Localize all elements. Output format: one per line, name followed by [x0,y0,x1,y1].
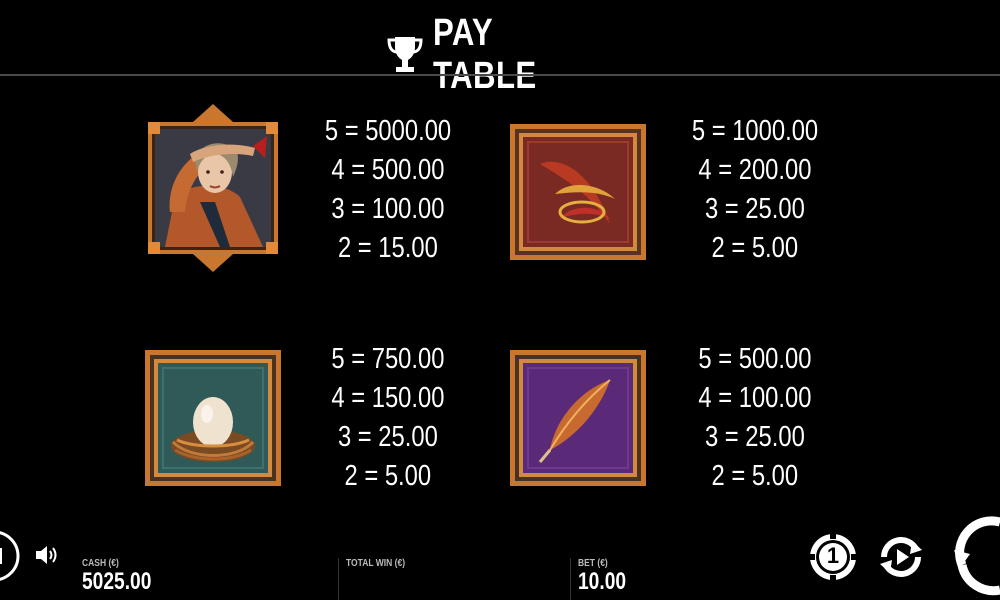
divider [338,558,339,600]
payout-line: 4 = 150.00 [331,382,445,414]
paytable-screen: PAY TABLE 5 = 5000.00 4 = 500.00 3 = 100… [0,0,1000,600]
paytable-entry: 5 = 750.00 4 = 150.00 3 = 25.00 2 = 5.00 [140,330,470,500]
page-title: PAY TABLE [433,12,537,97]
payout-line: 5 = 500.00 [698,343,812,375]
red-feathers-symbol [510,124,646,260]
payout-line: 2 = 5.00 [344,460,432,492]
autoplay-button[interactable] [876,532,926,582]
trophy-icon [387,37,423,72]
payout-line: 5 = 5000.00 [324,115,452,147]
menu-button[interactable] [0,526,22,586]
payout-line: 2 = 5.00 [711,232,799,264]
sound-icon[interactable] [34,544,60,566]
header-divider [0,74,1000,76]
quill-feather-symbol [510,350,646,486]
bottom-bar: CASH (€) 5025.00 TOTAL WIN (€) BET (€) 1… [0,516,1000,600]
payout-line: 2 = 5.00 [711,460,799,492]
payout-line: 3 = 25.00 [705,421,805,453]
divider [570,558,571,600]
coin-value: 1 [826,543,840,568]
payout-list: 5 = 750.00 4 = 150.00 3 = 25.00 2 = 5.00 [288,340,488,496]
payout-line: 3 = 25.00 [338,421,438,453]
header: PAY TABLE [0,0,1000,97]
payout-line: 5 = 1000.00 [691,115,819,147]
coin-value-button[interactable]: 1 [808,532,858,582]
payout-line: 4 = 500.00 [331,154,445,186]
paytable-entry: 5 = 1000.00 4 = 200.00 3 = 25.00 2 = 5.0… [505,100,835,270]
payout-line: 3 = 25.00 [705,193,805,225]
paytable-entry: 5 = 5000.00 4 = 500.00 3 = 100.00 2 = 15… [140,100,470,272]
cash-value: 5025.00 [82,568,152,595]
scout-woman-symbol [148,104,278,272]
total-win-label: TOTAL WIN (€) [346,558,406,569]
bet-value: 10.00 [578,568,627,595]
payout-line: 4 = 100.00 [698,382,812,414]
payout-list: 5 = 1000.00 4 = 200.00 3 = 25.00 2 = 5.0… [655,112,855,268]
spin-button[interactable] [952,510,1000,600]
egg-nest-symbol [145,350,281,486]
payout-line: 4 = 200.00 [698,154,812,186]
paytable-entry: 5 = 500.00 4 = 100.00 3 = 25.00 2 = 5.00 [505,330,835,500]
payout-line: 5 = 750.00 [331,343,445,375]
payout-list: 5 = 5000.00 4 = 500.00 3 = 100.00 2 = 15… [288,112,488,268]
payout-list: 5 = 500.00 4 = 100.00 3 = 25.00 2 = 5.00 [655,340,855,496]
payout-line: 2 = 15.00 [338,232,438,264]
payout-line: 3 = 100.00 [331,193,445,225]
